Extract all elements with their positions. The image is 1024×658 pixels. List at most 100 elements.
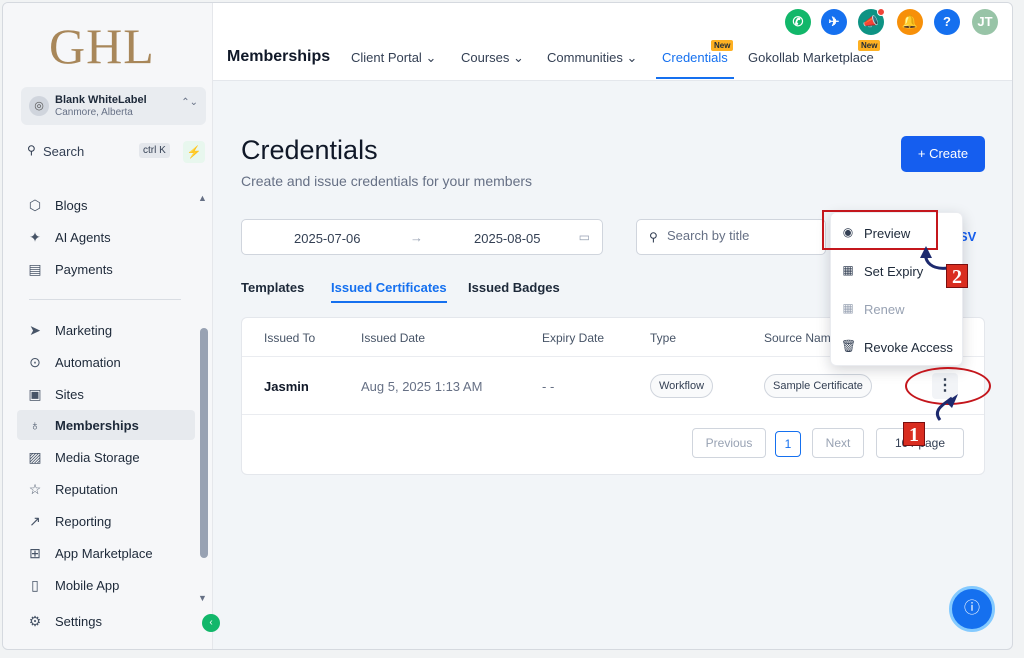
sidebar-item-label: Automation: [55, 355, 121, 370]
sidebar-item-label: Blogs: [55, 198, 88, 213]
send-icon: ➤: [29, 322, 41, 338]
new-badge: New: [858, 40, 881, 51]
next-page-button[interactable]: Next: [812, 428, 864, 458]
menu-item-label: Revoke Access: [864, 340, 953, 355]
search-icon: ⚲: [649, 230, 658, 244]
star-icon: ☆: [28, 481, 42, 497]
scroll-up-arrow-icon[interactable]: ▲: [198, 193, 207, 203]
sidebar-item-label: Marketing: [55, 323, 113, 338]
sidebar: GHL ◎ Blank WhiteLabel Canmore, Alberta …: [3, 3, 220, 649]
page-subtitle: Create and issue credentials for your me…: [241, 173, 533, 189]
tab-issued-badges[interactable]: Issued Badges: [468, 280, 560, 295]
chevron-down-icon: ⌄: [425, 50, 437, 65]
megaphone-icon[interactable]: 📣: [858, 8, 885, 35]
sidebar-item-label: Settings: [55, 614, 102, 629]
tab-label: Gokollab Marketplace: [748, 50, 874, 65]
type-chip: Workflow: [650, 374, 714, 398]
notification-dot: [877, 8, 885, 16]
annotation-highlight-preview: [822, 210, 938, 250]
sidebar-item-settings[interactable]: ⚙ Settings: [17, 606, 195, 636]
sidebar-item-app-marketplace[interactable]: ⊞ App Marketplace: [17, 538, 195, 568]
arrow-right-icon: →: [410, 230, 423, 245]
help-icon[interactable]: ?: [934, 9, 960, 35]
gear-icon: ⚙: [28, 613, 42, 629]
sidebar-divider: [29, 299, 181, 300]
sidebar-item-label: Reputation: [55, 482, 118, 497]
menu-item-revoke-access[interactable]: 🗑 Revoke Access: [831, 329, 962, 365]
tab-gokollab-marketplace[interactable]: Gokollab Marketplace: [748, 50, 874, 65]
cube-icon: ⬡: [28, 197, 42, 213]
tab-communities[interactable]: Communities ⌄: [547, 50, 637, 66]
date-range-picker[interactable]: 2025-07-06 → 2025-08-05 ▭: [241, 219, 603, 255]
sidebar-item-mobile-app[interactable]: ▯ Mobile App: [17, 570, 195, 600]
tab-credentials[interactable]: Credentials: [656, 50, 734, 79]
play-circle-icon: ⊙: [29, 354, 41, 370]
column-header: Issued Date: [361, 331, 426, 345]
cell-issued-to: Jasmin: [264, 379, 309, 394]
rocket-icon[interactable]: ✈: [821, 9, 847, 35]
search-icon: ⚲: [27, 143, 36, 157]
search-shortcut: ctrl K: [139, 143, 170, 158]
trend-icon: ↗: [29, 513, 41, 529]
sidebar-item-sites[interactable]: ▣ Sites: [17, 379, 195, 409]
page-number-button[interactable]: 1: [775, 431, 801, 457]
sidebar-item-label: App Marketplace: [55, 546, 153, 561]
sidebar-item-ai-agents[interactable]: ✦ AI Agents: [17, 222, 195, 252]
sidebar-item-memberships[interactable]: ♁ Memberships: [17, 410, 195, 440]
collapse-sidebar-chevron-icon[interactable]: ‹: [202, 614, 220, 632]
menu-item-label: Renew: [864, 302, 905, 317]
sidebar-item-label: Sites: [55, 387, 84, 402]
agency-logo[interactable]: GHL: [49, 17, 155, 75]
column-header: Issued To: [264, 331, 316, 345]
tab-label: Courses: [461, 50, 510, 65]
menu-item-renew[interactable]: ▦ Renew: [831, 291, 962, 327]
sidebar-search[interactable]: ⚲ Search ctrl K: [21, 139, 176, 165]
sidebar-item-payments[interactable]: ▤ Payments: [17, 254, 195, 284]
scroll-down-arrow-icon[interactable]: ▼: [198, 593, 207, 603]
award-icon: ♁: [29, 417, 41, 433]
phone-call-icon[interactable]: ✆: [785, 9, 811, 35]
grid-icon: ⊞: [29, 545, 41, 561]
sidebar-item-media-storage[interactable]: ▨ Media Storage: [17, 442, 195, 472]
column-header: Type: [650, 331, 677, 345]
tab-courses[interactable]: Courses ⌄: [461, 50, 524, 66]
sidebar-item-reputation[interactable]: ☆ Reputation: [17, 474, 195, 504]
search-by-title[interactable]: ⚲: [636, 219, 826, 255]
tab-templates[interactable]: Templates: [241, 280, 304, 295]
menu-item-set-expiry[interactable]: ▦ Set Expiry: [831, 253, 962, 289]
user-avatar[interactable]: JT: [972, 9, 998, 35]
chat-support-icon[interactable]: ⓘ: [949, 586, 995, 632]
tab-label: Communities: [547, 50, 623, 65]
browser-icon: ▣: [28, 386, 42, 402]
plus-icon: +: [917, 146, 926, 161]
search-input[interactable]: [667, 228, 817, 243]
account-switcher[interactable]: ◎ Blank WhiteLabel Canmore, Alberta ⌃⌄: [21, 87, 206, 125]
sidebar-item-automation[interactable]: ⊙ Automation: [17, 347, 195, 377]
table-divider: [242, 414, 984, 415]
sidebar-item-label: Reporting: [55, 514, 112, 529]
tab-issued-certificates[interactable]: Issued Certificates: [331, 280, 447, 303]
sidebar-item-label: Payments: [55, 262, 113, 277]
sidebar-item-label: Mobile App: [55, 578, 120, 593]
previous-page-button[interactable]: Previous: [692, 428, 766, 458]
date-from[interactable]: 2025-07-06: [294, 231, 361, 246]
column-header: Source Name: [764, 331, 838, 345]
quick-actions-bolt-icon[interactable]: ⚡: [183, 141, 205, 163]
sidebar-item-blogs[interactable]: ⬡ Blogs: [17, 190, 195, 220]
chevron-down-icon: ⌄: [626, 50, 638, 65]
image-icon: ▨: [28, 449, 42, 465]
sidebar-scrollbar[interactable]: [200, 328, 208, 558]
create-button[interactable]: + Create: [901, 136, 985, 172]
tab-client-portal[interactable]: Client Portal ⌄: [351, 50, 436, 66]
top-navigation: ✆ ✈ 📣 🔔 ? JT Memberships Client Portal ⌄…: [213, 3, 1012, 81]
page-title: Credentials: [241, 135, 378, 165]
annotation-highlight-kebab: [905, 367, 991, 405]
date-to[interactable]: 2025-08-05: [474, 231, 541, 246]
sidebar-item-marketing[interactable]: ➤ Marketing: [17, 315, 195, 345]
bell-icon[interactable]: 🔔: [897, 9, 923, 35]
location-icon: ◎: [29, 96, 49, 116]
app-window: GHL ◎ Blank WhiteLabel Canmore, Alberta …: [2, 2, 1013, 650]
trash-icon: 🗑: [841, 339, 857, 353]
invoice-icon: ▤: [28, 261, 42, 277]
sidebar-item-reporting[interactable]: ↗ Reporting: [17, 506, 195, 536]
